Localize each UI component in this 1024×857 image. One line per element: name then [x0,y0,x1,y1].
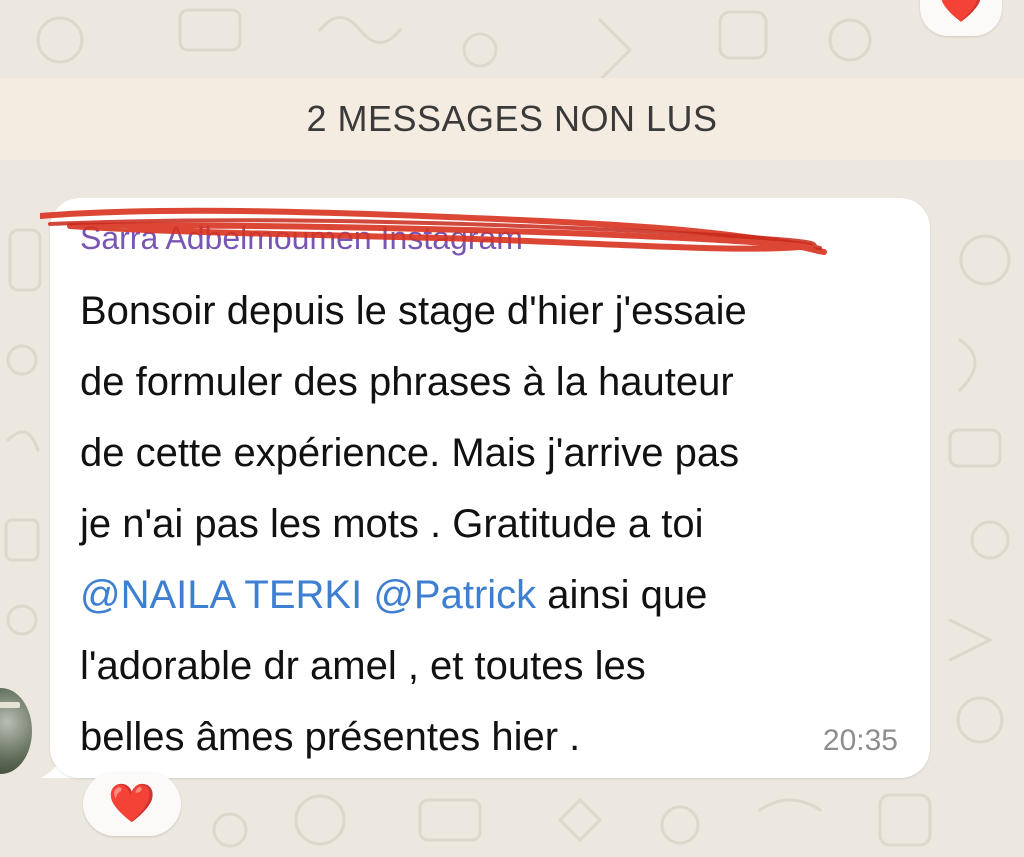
heart-icon: ❤️ [938,0,984,24]
redaction-scribble [40,207,827,255]
heart-reaction[interactable]: ❤️ [83,772,181,836]
message-line: l'adorable dr amel , et toutes les [80,644,646,688]
message-fragment: ainsi que [547,573,708,617]
message-line-mentions: @NAILA TERKI @Patrick ainsi que [80,560,910,631]
heart-reaction-top[interactable]: ❤️ [920,0,1002,36]
mention-naila-terki[interactable]: @NAILA TERKI [80,573,362,617]
message-line: de cette expérience. Mais j'arrive pas [80,431,740,475]
message-line: Bonsoir depuis le stage d'hier j'essaie [80,289,747,333]
message-line: belles âmes présentes hier . [80,715,581,759]
message-line: de formuler des phrases à la hauteur [80,360,734,404]
message-text: Bonsoir depuis le stage d'hier j'essaie … [80,276,910,773]
heart-icon: ❤️ [108,783,156,825]
message-bubble[interactable]: Sarra Adbelmoumen Instagram Bonsoir depu… [40,198,930,778]
unread-messages-label: 2 MESSAGES NON LUS [306,98,718,139]
avatar-detail [0,702,20,708]
message-timestamp: 20:35 [822,724,898,757]
mention-patrick[interactable]: @Patrick [373,573,536,617]
message-line: je n'ai pas les mots . Gratitude a toi [80,502,704,546]
unread-messages-banner: 2 MESSAGES NON LUS [0,78,1024,160]
